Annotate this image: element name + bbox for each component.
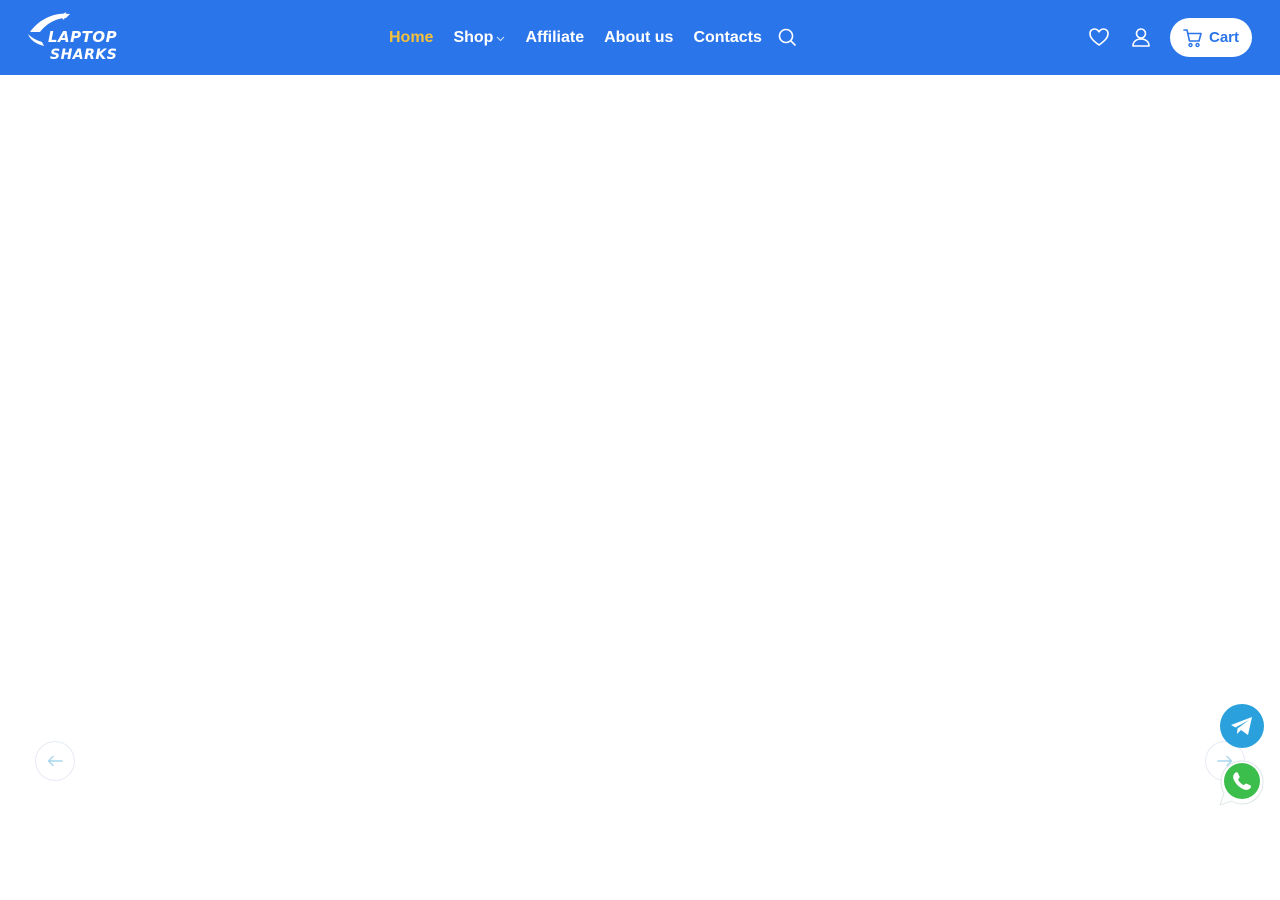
whatsapp-button[interactable] bbox=[1218, 759, 1266, 807]
nav-home[interactable]: Home bbox=[389, 29, 433, 47]
nav-affiliate[interactable]: Affiliate bbox=[525, 29, 584, 47]
whatsapp-icon bbox=[1219, 760, 1264, 806]
site-header: LAPTOP SHARKS Home Shop Affiliate About … bbox=[0, 0, 1280, 75]
user-icon[interactable] bbox=[1130, 26, 1152, 48]
heart-icon[interactable] bbox=[1088, 26, 1110, 48]
arrow-left-icon bbox=[47, 755, 63, 767]
slider-prev-button[interactable] bbox=[35, 741, 75, 781]
main-nav: Home Shop Affiliate About us Contacts bbox=[389, 26, 782, 50]
cart-button[interactable]: Cart bbox=[1170, 18, 1252, 57]
brand-line-1: LAPTOP bbox=[48, 28, 118, 46]
telegram-icon bbox=[1231, 717, 1252, 735]
search-icon[interactable] bbox=[777, 27, 797, 47]
nav-contacts[interactable]: Contacts bbox=[693, 29, 761, 47]
cart-icon bbox=[1183, 28, 1202, 47]
chevron-down-icon bbox=[496, 29, 505, 47]
nav-affiliate-label: Affiliate bbox=[525, 29, 585, 46]
brand-line-2: SHARKS bbox=[50, 47, 118, 63]
nav-home-label: Home bbox=[389, 29, 434, 46]
nav-about[interactable]: About us bbox=[604, 29, 673, 47]
brand-logo[interactable]: LAPTOP SHARKS bbox=[26, 10, 126, 66]
telegram-button[interactable] bbox=[1220, 704, 1264, 748]
nav-shop[interactable]: Shop bbox=[453, 29, 505, 47]
nav-about-label: About us bbox=[604, 29, 674, 46]
nav-contacts-label: Contacts bbox=[693, 29, 762, 46]
cart-label: Cart bbox=[1208, 29, 1239, 46]
nav-shop-label: Shop bbox=[453, 29, 494, 46]
